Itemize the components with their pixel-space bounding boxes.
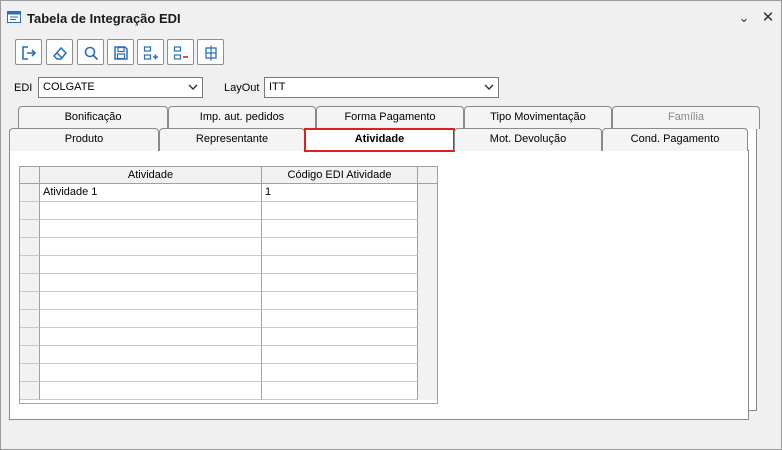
exit-button[interactable] bbox=[15, 39, 42, 65]
search-icon bbox=[84, 46, 99, 61]
tab-imp-aut-pedidos[interactable]: Imp. aut. pedidos bbox=[168, 106, 316, 129]
row-header[interactable] bbox=[20, 292, 40, 310]
cell-atividade[interactable] bbox=[40, 328, 262, 346]
cell-codigo-edi[interactable] bbox=[262, 220, 418, 238]
row-header[interactable] bbox=[20, 220, 40, 238]
cell-atividade[interactable] bbox=[40, 238, 262, 256]
row-header[interactable] bbox=[20, 346, 40, 364]
title-bar: Tabela de Integração EDI ⌄ ✕ bbox=[1, 1, 781, 35]
remove-row-icon bbox=[173, 46, 188, 60]
row-header[interactable] bbox=[20, 310, 40, 328]
table-icon bbox=[205, 45, 217, 61]
eraser-icon bbox=[52, 46, 68, 60]
tab-mot-devolucao[interactable]: Mot. Devolução bbox=[454, 128, 602, 151]
row-header[interactable] bbox=[20, 184, 40, 202]
column-header-codigo-edi[interactable]: Código EDI Atividade bbox=[262, 167, 418, 184]
row-header[interactable] bbox=[20, 274, 40, 292]
cell-atividade[interactable] bbox=[40, 382, 262, 400]
row-header[interactable] bbox=[20, 202, 40, 220]
exit-icon bbox=[22, 46, 37, 60]
add-row-icon bbox=[143, 46, 158, 60]
cell-codigo-edi[interactable] bbox=[262, 364, 418, 382]
app-icon bbox=[7, 11, 21, 23]
column-header-atividade[interactable]: Atividade bbox=[40, 167, 262, 184]
cell-atividade[interactable] bbox=[40, 346, 262, 364]
tab-cond-pagamento[interactable]: Cond. Pagamento bbox=[602, 128, 748, 151]
cell-atividade[interactable] bbox=[40, 310, 262, 328]
cell-atividade[interactable] bbox=[40, 220, 262, 238]
save-button[interactable] bbox=[107, 39, 134, 65]
grid-row-filler bbox=[418, 346, 437, 364]
clear-button[interactable] bbox=[46, 39, 73, 65]
cell-atividade[interactable] bbox=[40, 202, 262, 220]
layout-label: LayOut bbox=[224, 82, 260, 94]
cell-codigo-edi[interactable] bbox=[262, 238, 418, 256]
grid-row-filler bbox=[418, 292, 437, 310]
atividade-grid[interactable]: Atividade Código EDI Atividade Atividade… bbox=[19, 166, 438, 404]
row-header[interactable] bbox=[20, 238, 40, 256]
tab-bonificacao[interactable]: Bonificação bbox=[18, 106, 168, 129]
save-icon bbox=[114, 46, 128, 60]
tab-tipo-movimentacao[interactable]: Tipo Movimentação bbox=[464, 106, 612, 129]
edi-label: EDI bbox=[14, 82, 33, 94]
row-header[interactable] bbox=[20, 382, 40, 400]
table-button[interactable] bbox=[197, 39, 224, 65]
cell-codigo-edi[interactable] bbox=[262, 292, 418, 310]
edi-select-value: COLGATE bbox=[43, 81, 95, 93]
window: Tabela de Integração EDI ⌄ ✕ EDI COLGATE… bbox=[0, 0, 782, 450]
search-button[interactable] bbox=[77, 39, 104, 65]
grid-row-filler bbox=[418, 256, 437, 274]
tab-forma-pagamento[interactable]: Forma Pagamento bbox=[316, 106, 464, 129]
cell-codigo-edi[interactable] bbox=[262, 202, 418, 220]
grid-row-filler bbox=[418, 202, 437, 220]
cell-codigo-edi[interactable] bbox=[262, 382, 418, 400]
grid-row-filler bbox=[418, 382, 437, 400]
row-header[interactable] bbox=[20, 328, 40, 346]
cell-codigo-edi[interactable] bbox=[262, 274, 418, 292]
grid-row-filler bbox=[418, 310, 437, 328]
cell-codigo-edi[interactable] bbox=[262, 310, 418, 328]
row-header[interactable] bbox=[20, 256, 40, 274]
grid-row-filler bbox=[418, 364, 437, 382]
grid-corner bbox=[20, 167, 40, 184]
layout-select[interactable]: ITT bbox=[264, 77, 499, 98]
cell-codigo-edi[interactable] bbox=[262, 256, 418, 274]
cell-codigo-edi[interactable]: 1 bbox=[262, 184, 418, 202]
chevron-down-icon bbox=[188, 84, 198, 90]
cell-codigo-edi[interactable] bbox=[262, 328, 418, 346]
window-title: Tabela de Integração EDI bbox=[27, 11, 181, 26]
add-row-button[interactable] bbox=[137, 39, 164, 65]
grid-row-filler bbox=[418, 274, 437, 292]
tab-familia: Família bbox=[612, 106, 760, 129]
grid-row-filler bbox=[418, 238, 437, 256]
cell-codigo-edi[interactable] bbox=[262, 346, 418, 364]
grid-row-filler bbox=[418, 220, 437, 238]
cell-atividade[interactable]: Atividade 1 bbox=[40, 184, 262, 202]
cell-atividade[interactable] bbox=[40, 364, 262, 382]
layout-select-value: ITT bbox=[269, 81, 286, 93]
tab-representante[interactable]: Representante bbox=[159, 128, 305, 151]
edi-select[interactable]: COLGATE bbox=[38, 77, 203, 98]
cell-atividade[interactable] bbox=[40, 274, 262, 292]
cell-atividade[interactable] bbox=[40, 256, 262, 274]
grid-row-filler bbox=[418, 328, 437, 346]
row-header[interactable] bbox=[20, 364, 40, 382]
close-button[interactable]: ✕ bbox=[759, 9, 777, 27]
minimize-button[interactable]: ⌄ bbox=[735, 9, 753, 27]
grid-header-filler bbox=[418, 167, 437, 184]
tab-atividade[interactable]: Atividade bbox=[304, 128, 455, 152]
remove-row-button[interactable] bbox=[167, 39, 194, 65]
grid-row-filler bbox=[418, 184, 437, 202]
chevron-down-icon bbox=[484, 84, 494, 90]
cell-atividade[interactable] bbox=[40, 292, 262, 310]
tab-produto[interactable]: Produto bbox=[9, 128, 159, 151]
